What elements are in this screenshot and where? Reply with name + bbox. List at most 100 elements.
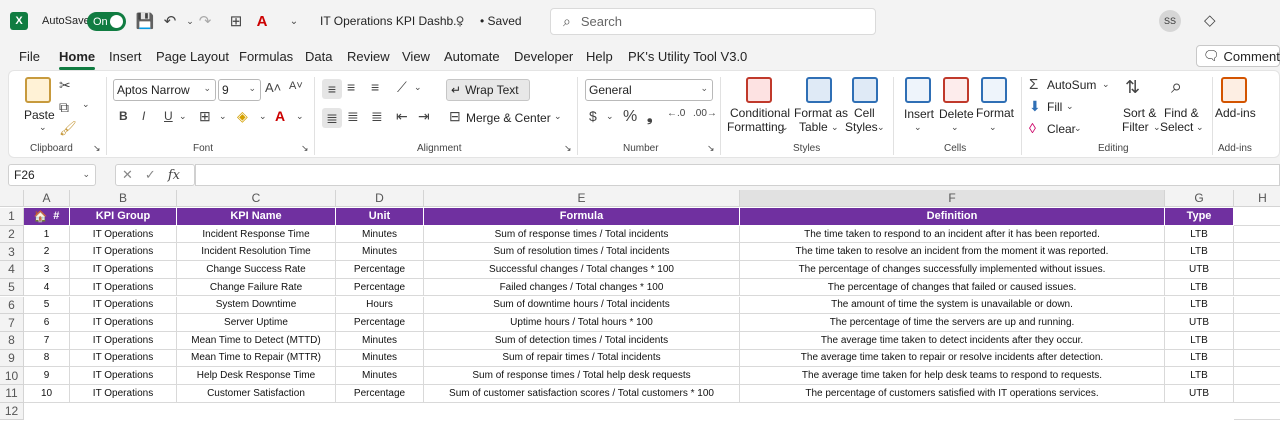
column-header-e[interactable]: E	[424, 190, 740, 207]
spreadsheet-grid[interactable]: A B C D E F G H 1 2 3 4 5 6 7 8 9 10 11 12 🏠 # KPI Group KPI Na…	[0, 190, 1280, 422]
table-cell[interactable]: Minutes	[336, 331, 424, 350]
currency-dropdown-icon[interactable]: ⌄	[606, 111, 614, 122]
search-box[interactable]: ⌕ Search	[550, 8, 876, 35]
row-header-6[interactable]: 6	[0, 296, 24, 315]
table-cell[interactable]: IT Operations	[70, 243, 177, 262]
sort-filter-icon[interactable]: ⇅	[1125, 77, 1140, 98]
table-cell[interactable]: The average time taken to detect inciden…	[740, 331, 1165, 350]
font-color-icon[interactable]: A	[275, 108, 285, 124]
table-cell[interactable]: Percentage	[336, 385, 424, 403]
number-launcher-icon[interactable]: ↘	[707, 143, 715, 154]
row-header-9[interactable]: 9	[0, 349, 24, 368]
conditional-label[interactable]: Conditional	[730, 106, 790, 120]
table-cell[interactable]: Minutes	[336, 367, 424, 385]
autosum-dropdown-icon[interactable]: ⌄	[1102, 79, 1110, 90]
font-launcher-icon[interactable]: ↘	[301, 143, 309, 154]
column-header-h[interactable]: H	[1234, 190, 1280, 207]
empty-cell[interactable]	[1234, 314, 1280, 332]
table-header-cell[interactable]: 🏠 #	[24, 208, 70, 226]
table-cell[interactable]: IT Operations	[70, 225, 177, 244]
table-cell[interactable]: Help Desk Response Time	[177, 367, 336, 385]
align-top-icon[interactable]: ≡	[322, 79, 342, 99]
table-cell[interactable]: IT Operations	[70, 314, 177, 332]
table-cell[interactable]: The amount of time the system is unavail…	[740, 296, 1165, 315]
empty-cell[interactable]	[1234, 367, 1280, 385]
table-cell[interactable]: LTB	[1165, 278, 1234, 297]
empty-cell[interactable]	[1234, 279, 1280, 297]
fill-color-icon[interactable]: ◈	[237, 108, 248, 125]
insert-function-icon[interactable]: fx	[168, 168, 180, 183]
border-icon[interactable]: ⊞	[199, 108, 211, 125]
table-cell[interactable]: 2	[24, 243, 70, 262]
table-cell[interactable]: Minutes	[336, 225, 424, 244]
table-cell[interactable]: IT Operations	[70, 331, 177, 350]
table-cell[interactable]: Percentage	[336, 314, 424, 332]
number-format-select[interactable]: General ⌄	[585, 79, 713, 101]
table-header-cell[interactable]: Type	[1165, 208, 1234, 226]
delete-cells-icon[interactable]	[943, 77, 969, 103]
formula-input[interactable]	[195, 164, 1280, 186]
decrease-font-icon[interactable]: A˅	[289, 80, 303, 92]
table-cell[interactable]: Successful changes / Total changes * 100	[424, 261, 740, 279]
fill-dropdown-icon[interactable]: ⌄	[259, 111, 267, 122]
cell-styles-icon[interactable]	[852, 77, 878, 103]
font-size-select[interactable]: 9 ⌄	[218, 79, 261, 101]
table-cell[interactable]: Sum of response times / Total incidents	[424, 225, 740, 244]
table-cell[interactable]: Failed changes / Total changes * 100	[424, 278, 740, 297]
percent-icon[interactable]: %	[623, 108, 637, 126]
table-cell[interactable]: IT Operations	[70, 261, 177, 279]
alignment-launcher-icon[interactable]: ↘	[564, 143, 572, 154]
bold-icon[interactable]: B	[119, 109, 128, 123]
underline-icon[interactable]: U	[164, 109, 173, 123]
font-color-icon[interactable]: A	[252, 11, 272, 31]
premium-diamond-icon[interactable]: ◇	[1204, 11, 1216, 29]
table-cell[interactable]: The percentage of time the servers are u…	[740, 314, 1165, 332]
delete-dropdown-icon[interactable]: ⌄	[951, 122, 959, 133]
addins-button-label[interactable]: Add-ins	[1215, 106, 1256, 120]
font-name-select[interactable]: Aptos Narrow ⌄	[113, 79, 216, 101]
format-painter-icon[interactable]: 🖌	[59, 120, 77, 137]
column-header-c[interactable]: C	[177, 190, 336, 207]
table-cell[interactable]: LTB	[1165, 331, 1234, 350]
addins-icon[interactable]	[1221, 77, 1247, 103]
select-label[interactable]: Select	[1160, 120, 1193, 134]
table-cell[interactable]: LTB	[1165, 367, 1234, 385]
table-cell[interactable]: Sum of repair times / Total incidents	[424, 349, 740, 368]
table-cell[interactable]: 4	[24, 278, 70, 297]
clear-dropdown-icon[interactable]: ⌄	[1074, 123, 1082, 134]
align-bottom-icon[interactable]: ≡	[371, 79, 379, 95]
align-center-icon[interactable]: ≣	[347, 108, 359, 125]
insert-cells-label[interactable]: Insert	[904, 107, 934, 121]
clear-label[interactable]: Clear	[1047, 122, 1076, 136]
row-header-4[interactable]: 4	[0, 261, 24, 279]
underline-dropdown-icon[interactable]: ⌄	[179, 111, 187, 122]
table-cell[interactable]: The percentage of customers satisfied wi…	[740, 385, 1165, 403]
tab-review[interactable]: Review	[347, 49, 390, 64]
find-label[interactable]: Find &	[1164, 106, 1199, 120]
table-cell[interactable]: Mean Time to Repair (MTTR)	[177, 349, 336, 368]
table-cell[interactable]: IT Operations	[70, 278, 177, 297]
table-cell[interactable]: 7	[24, 331, 70, 350]
table-cell[interactable]: Sum of response times / Total help desk …	[424, 367, 740, 385]
sort-label[interactable]: Sort &	[1123, 106, 1156, 120]
align-right-icon[interactable]: ≣	[371, 108, 383, 125]
table-cell[interactable]: 10	[24, 385, 70, 403]
format-dropdown-icon[interactable]: ⌄	[989, 122, 997, 133]
table-cell[interactable]: Sum of customer satisfaction scores / To…	[424, 385, 740, 403]
format-as-label[interactable]: Format as	[794, 106, 848, 120]
column-header-b[interactable]: B	[70, 190, 177, 207]
row-header-12[interactable]: 12	[0, 402, 24, 421]
table-cell[interactable]: Change Success Rate	[177, 261, 336, 279]
save-status[interactable]: • Saved	[480, 14, 522, 28]
enter-icon[interactable]: ✓	[145, 167, 156, 183]
fill-label[interactable]: Fill	[1047, 100, 1062, 114]
tab-view[interactable]: View	[402, 49, 430, 64]
table-cell[interactable]: LTB	[1165, 349, 1234, 368]
document-title[interactable]: IT Operations KPI Dashb...	[320, 14, 463, 28]
empty-cell[interactable]	[1234, 332, 1280, 350]
table-cell[interactable]: UTB	[1165, 261, 1234, 279]
format-as-table-icon[interactable]	[806, 77, 832, 103]
table-cell[interactable]: Sum of resolution times / Total incident…	[424, 243, 740, 262]
comma-style-icon[interactable]: ❟	[647, 108, 653, 125]
table-header-cell[interactable]: Definition	[740, 208, 1165, 226]
